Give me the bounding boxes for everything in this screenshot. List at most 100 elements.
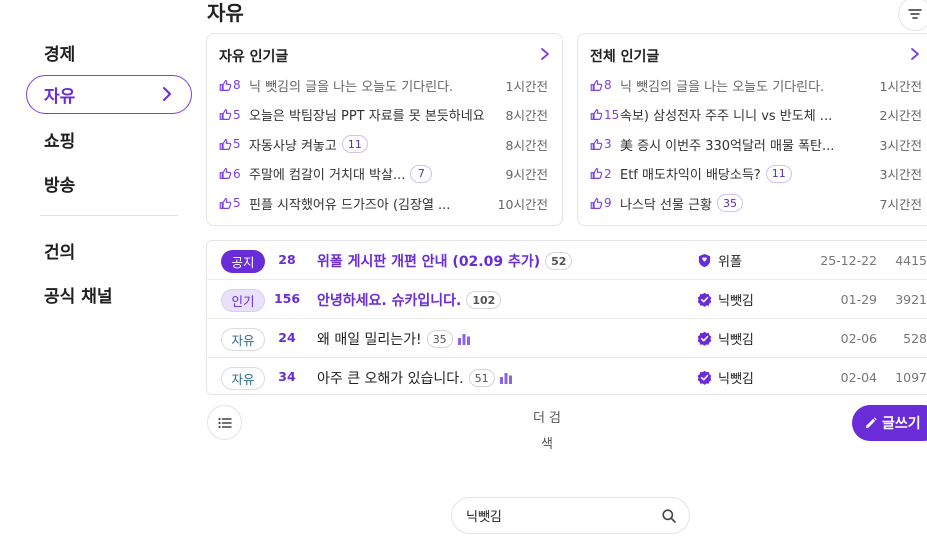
popular-post-row[interactable]: 15 속보) 삼성전자 주주 니니 vs 반도체 ... 2시간전: [590, 104, 922, 126]
search-box[interactable]: [451, 497, 690, 534]
search-icon[interactable]: [661, 508, 677, 524]
sidebar-item-suggestion[interactable]: 건의: [44, 238, 75, 263]
sidebar-item-label: 방송: [44, 176, 76, 196]
chevron-right-icon: [163, 87, 171, 101]
sidebar-item-free[interactable]: 자유: [26, 75, 192, 114]
post-list: 공지 28 위폴 게시판 개편 안내 (02.09 추가) 52 위폴 25-12-22 4…: [206, 240, 927, 395]
comment-count-badge: 52: [545, 252, 573, 270]
popular-post-title[interactable]: 주말에 컴갈이 거치대 박살...: [249, 164, 405, 183]
post-title[interactable]: 위폴 게시판 개편 안내 (02.09 추가): [317, 251, 540, 271]
write-button[interactable]: 글쓰기: [852, 405, 927, 441]
thumbs-up-icon: [219, 109, 232, 120]
author-name[interactable]: 닉뺏김: [718, 329, 754, 348]
table-row[interactable]: 자유 24 왜 매일 밀리는가! 35 닉뺏김 02-06 528: [207, 319, 927, 358]
post-time: 1시간전: [505, 78, 548, 94]
chevron-right-icon[interactable]: [908, 46, 922, 62]
post-time: 8시간전: [505, 137, 548, 153]
popular-post-row[interactable]: 3 美 증시 이번주 330억달러 매물 폭탄... 3시간전: [590, 133, 922, 155]
table-row[interactable]: 공지 28 위폴 게시판 개편 안내 (02.09 추가) 52 위폴 25-12-22 4…: [207, 241, 927, 280]
like-count: 24: [278, 330, 296, 345]
filter-button[interactable]: [898, 0, 927, 31]
post-time: 3시간전: [879, 167, 922, 182]
write-button-label: 글쓰기: [882, 416, 921, 432]
post-title-link[interactable]: 왜 매일 밀리는가! 35: [317, 328, 471, 350]
popular-post-title[interactable]: Etf 매도차익이 배당소득?: [620, 164, 761, 183]
view-count: 4415: [895, 253, 927, 268]
thumbs-up-icon: [590, 79, 603, 91]
category-tag[interactable]: 자유: [221, 328, 265, 351]
more-search-button[interactable]: 더 검 색: [527, 406, 567, 458]
like-count-value: 6: [233, 166, 241, 181]
card-title[interactable]: 자유 인기글: [219, 46, 288, 66]
popular-post-title[interactable]: 핀플 시작했어유 드가즈아 (김장열 ...: [249, 194, 450, 213]
thumbs-up-icon: [219, 79, 232, 91]
thumbs-up-icon: [590, 197, 603, 209]
popular-post-row[interactable]: 2 Etf 매도차익이 배당소득? 11 3시간전: [590, 163, 922, 185]
comment-count-badge: 102: [466, 291, 502, 309]
popular-post-row[interactable]: 8 닉 뺏김의 글을 나는 오늘도 기다린다. 1시간전: [590, 74, 922, 96]
sidebar-item-official-channel[interactable]: 공식 채널: [44, 282, 112, 307]
author[interactable]: 닉뺏김: [697, 329, 754, 348]
comment-count-badge: 35: [426, 330, 453, 348]
table-row[interactable]: 자유 34 아주 큰 오해가 있습니다. 51 닉뺏김 02-04 1097: [207, 358, 927, 394]
like-count-value: 5: [233, 196, 241, 210]
post-time: 7시간전: [879, 196, 922, 212]
popular-post-title[interactable]: 美 증시 이번주 330억달러 매물 폭탄...: [620, 135, 834, 154]
card-title[interactable]: 전체 인기글: [590, 46, 659, 66]
category-tag[interactable]: 자유: [221, 367, 265, 390]
author[interactable]: 위폴: [697, 251, 742, 270]
popular-free-card: 자유 인기글 8 닉 뺏김의 글을 나는 오늘도 기다린다. 1시간전 5 오늘은 박팀…: [206, 33, 563, 226]
chevron-right-icon[interactable]: [538, 46, 552, 62]
sidebar-item-label: 경제: [44, 45, 76, 65]
thumbs-up-icon: [219, 138, 232, 150]
thumbs-up-icon: [590, 109, 603, 120]
post-date: 02-04: [840, 370, 877, 385]
list-view-button[interactable]: [207, 405, 242, 440]
post-title[interactable]: 안녕하세요. 슈카입니다.: [317, 290, 461, 310]
popular-post-row[interactable]: 5 자동사냥 켜놓고 11 8시간전: [219, 133, 548, 155]
popular-post-title[interactable]: 오늘은 박팀장님 PPT 자료를 못 본듯하네요: [249, 105, 485, 124]
popular-post-title[interactable]: 속보) 삼성전자 주주 니니 vs 반도체 ...: [620, 105, 832, 124]
popular-post-row[interactable]: 5 핀플 시작했어유 드가즈아 (김장열 ... 10시간전: [219, 192, 548, 214]
popular-post-row[interactable]: 5 오늘은 박팀장님 PPT 자료를 못 본듯하네요 8시간전: [219, 104, 548, 126]
author-name[interactable]: 닉뺏김: [718, 290, 754, 309]
sidebar: 경제 자유 쇼핑 방송 건의 공식 채널: [0, 0, 200, 557]
sidebar-item-shopping[interactable]: 쇼핑: [44, 127, 75, 152]
sidebar-item-broadcast[interactable]: 방송: [44, 171, 75, 196]
shield-icon: [698, 253, 711, 268]
sidebar-item-economy[interactable]: 경제: [44, 40, 75, 65]
post-title[interactable]: 아주 큰 오해가 있습니다.: [317, 368, 464, 388]
category-tag[interactable]: 공지: [221, 250, 265, 273]
popular-post-row[interactable]: 8 닉 뺏김의 글을 나는 오늘도 기다린다. 1시간전: [219, 74, 548, 96]
post-title-link[interactable]: 위폴 게시판 개편 안내 (02.09 추가) 52: [317, 250, 573, 272]
sidebar-item-label: 건의: [44, 243, 76, 263]
like-count: 28: [278, 252, 296, 267]
post-time: 1시간전: [879, 78, 922, 94]
post-title[interactable]: 왜 매일 밀리는가!: [317, 329, 422, 349]
table-row[interactable]: 인기 156 안녕하세요. 슈카입니다. 102 닉뺏김 01-29 3921: [207, 280, 927, 319]
bar-chart-icon: [499, 373, 512, 384]
popular-post-title[interactable]: 닉 뺏김의 글을 나는 오늘도 기다린다.: [620, 76, 824, 95]
post-time: 8시간전: [505, 108, 548, 123]
author-name[interactable]: 닉뺏김: [718, 368, 754, 387]
sidebar-divider: [40, 215, 178, 216]
popular-post-title[interactable]: 닉 뺏김의 글을 나는 오늘도 기다린다.: [249, 76, 453, 95]
page-title: 자유: [207, 1, 244, 25]
author-name[interactable]: 위폴: [718, 251, 742, 270]
popular-post-title[interactable]: 나스닥 선물 근황: [620, 194, 712, 213]
pencil-icon: [865, 416, 877, 428]
post-title-link[interactable]: 아주 큰 오해가 있습니다. 51: [317, 367, 513, 389]
popular-post-row[interactable]: 9 나스닥 선물 근황 35 7시간전: [590, 192, 922, 214]
post-title-link[interactable]: 안녕하세요. 슈카입니다. 102: [317, 289, 502, 311]
popular-post-row[interactable]: 6 주말에 컴갈이 거치대 박살... 7 9시간전: [219, 163, 548, 185]
category-tag[interactable]: 인기: [221, 289, 265, 312]
list-icon: [217, 417, 232, 428]
comment-count-badge: 35: [717, 194, 743, 212]
author[interactable]: 닉뺏김: [697, 368, 754, 387]
popular-all-card: 전체 인기글 8 닉 뺏김의 글을 나는 오늘도 기다린다. 1시간전 15 속보) 삼…: [577, 33, 927, 226]
author[interactable]: 닉뺏김: [697, 290, 754, 309]
popular-post-title[interactable]: 자동사냥 켜놓고: [249, 135, 337, 154]
search-input[interactable]: [466, 508, 661, 523]
verified-icon: [697, 370, 712, 385]
sidebar-item-label: 공식 채널: [44, 287, 113, 307]
